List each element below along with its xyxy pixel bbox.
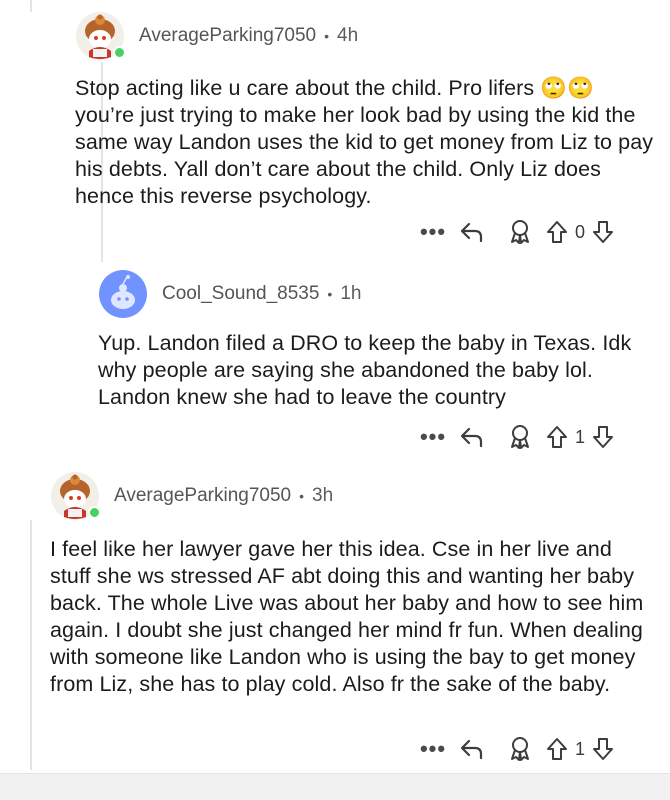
comment-actions: ••• 1: [418, 421, 616, 453]
section-divider: [0, 773, 670, 800]
comment-body: Stop acting like u care about the child.…: [75, 76, 654, 208]
comment: AverageParking7050 • 3h I feel like her …: [50, 466, 660, 698]
award-icon[interactable]: [496, 421, 544, 453]
avatar[interactable]: [50, 471, 101, 521]
vote-count: 0: [575, 221, 586, 242]
meta-separator: •: [327, 286, 333, 302]
comment-actions: ••• 0: [418, 216, 616, 248]
vote-count: 1: [575, 426, 586, 447]
comment-header: AverageParking7050 • 3h: [50, 466, 660, 526]
award-icon[interactable]: [496, 733, 544, 765]
reply-icon[interactable]: [448, 733, 496, 765]
downvote-icon[interactable]: [590, 421, 616, 453]
username[interactable]: AverageParking7050: [139, 25, 316, 47]
default-snoo-avatar-icon: [99, 270, 147, 318]
reply-icon[interactable]: [448, 216, 496, 248]
comment-body: I feel like her lawyer gave her this ide…: [50, 537, 644, 696]
comment-meta: AverageParking7050 • 3h: [114, 485, 333, 507]
comment-body: Yup. Landon filed a DRO to keep the baby…: [98, 331, 632, 409]
more-options-icon[interactable]: •••: [418, 733, 448, 765]
timestamp: 3h: [312, 485, 334, 506]
thread-line[interactable]: [30, 0, 32, 12]
more-options-icon[interactable]: •••: [418, 216, 448, 248]
online-status-dot: [113, 46, 126, 59]
thread-line[interactable]: [30, 520, 32, 770]
comment: AverageParking7050 • 4h Stop acting like…: [75, 6, 665, 210]
upvote-icon[interactable]: [544, 733, 570, 765]
more-options-icon[interactable]: •••: [418, 421, 448, 453]
award-icon[interactable]: [496, 216, 544, 248]
meta-separator: •: [299, 488, 305, 504]
comment-reply: Cool_Sound_8535 • 1h Yup. Landon filed a…: [98, 264, 658, 411]
downvote-icon[interactable]: [590, 216, 616, 248]
meta-separator: •: [324, 28, 330, 44]
timestamp: 1h: [340, 283, 362, 304]
comment-header: AverageParking7050 • 4h: [75, 6, 665, 66]
downvote-icon[interactable]: [590, 733, 616, 765]
username[interactable]: Cool_Sound_8535: [162, 283, 319, 305]
upvote-icon[interactable]: [544, 421, 570, 453]
comment-meta: Cool_Sound_8535 • 1h: [162, 283, 361, 305]
upvote-icon[interactable]: [544, 216, 570, 248]
vote-count: 1: [575, 738, 586, 759]
username[interactable]: AverageParking7050: [114, 485, 291, 507]
comment-actions: ••• 1: [418, 733, 616, 765]
reply-icon[interactable]: [448, 421, 496, 453]
comment-meta: AverageParking7050 • 4h: [139, 25, 358, 47]
avatar[interactable]: [75, 11, 126, 61]
avatar[interactable]: [98, 269, 148, 319]
comment-header: Cool_Sound_8535 • 1h: [98, 264, 658, 324]
timestamp: 4h: [337, 25, 359, 46]
online-status-dot: [88, 506, 101, 519]
